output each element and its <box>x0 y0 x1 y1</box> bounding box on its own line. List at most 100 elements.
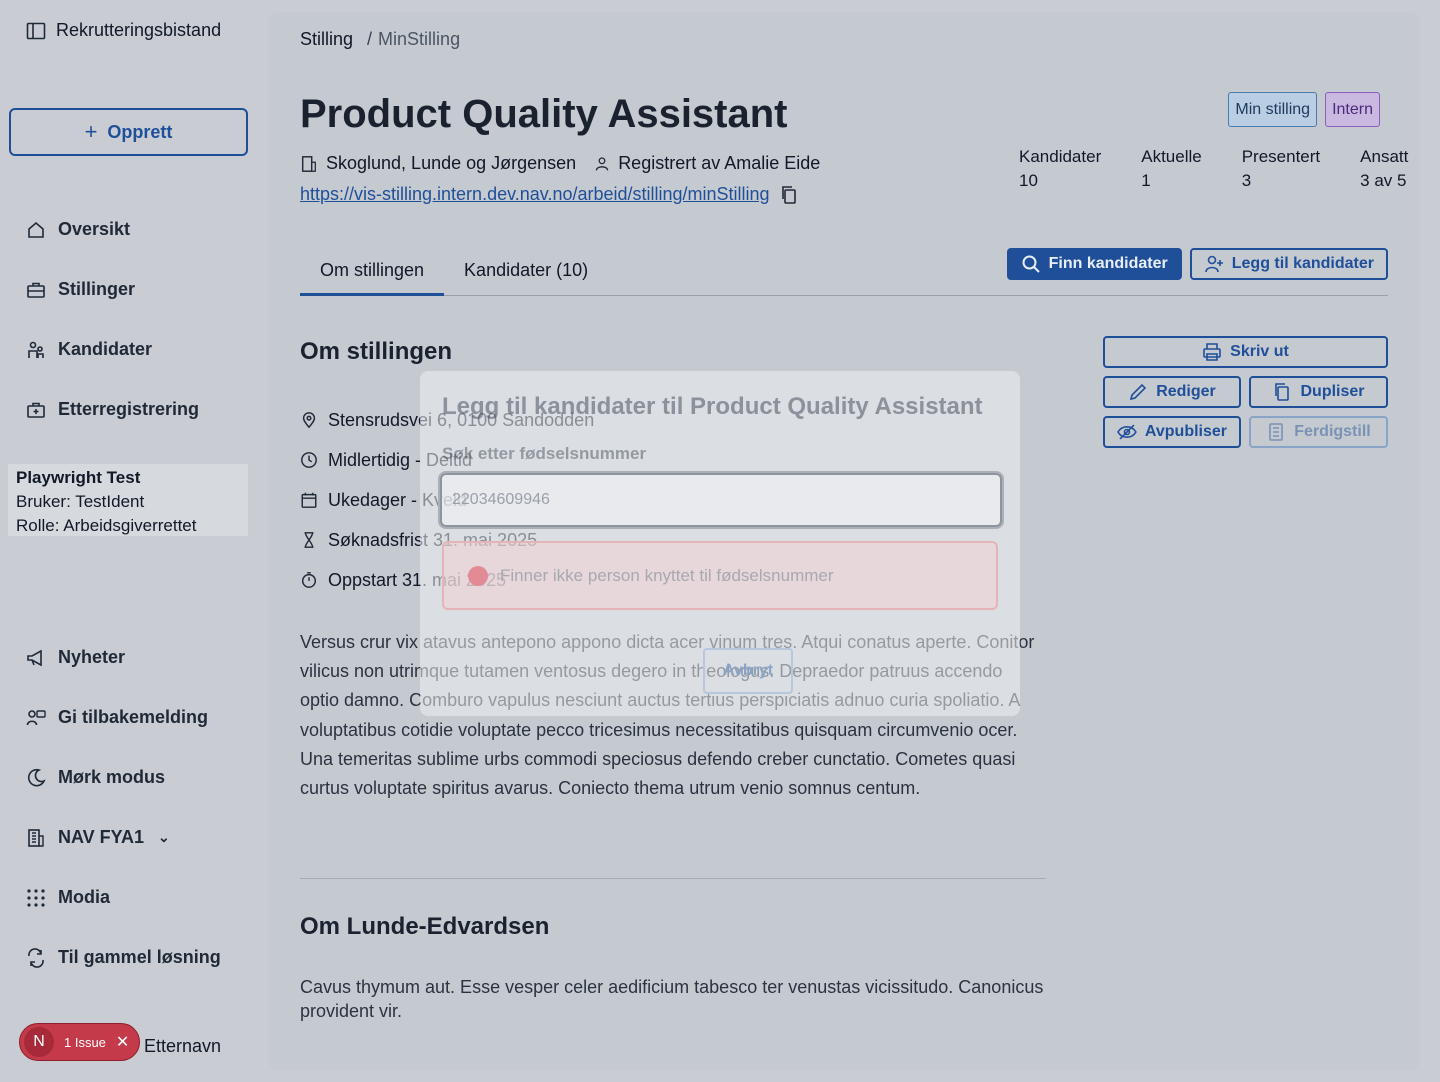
stat-label: Aktuelle <box>1141 147 1202 166</box>
duplicate-button[interactable]: Dupliser <box>1249 376 1388 408</box>
copy-icon[interactable] <box>780 185 798 205</box>
sidebar-item-stillinger[interactable]: Stillinger <box>26 279 135 300</box>
registered-by: Registrert av Amalie Eide <box>594 153 820 174</box>
duplicate-icon <box>1275 383 1290 401</box>
job-url-link[interactable]: https://vis-stilling.intern.dev.nav.no/a… <box>300 184 770 205</box>
tag-intern: Intern <box>1325 92 1380 127</box>
employer: Skoglund, Lunde og Jørgensen <box>300 153 576 174</box>
create-button[interactable]: + Opprett <box>9 108 248 156</box>
breadcrumb-current: MinStilling <box>378 29 461 49</box>
candidate-stats: Kandidater 10 Aktuelle 1 Presentert 3 Ansat… <box>1019 145 1408 193</box>
stat-ansatt: Ansatt 3 av 5 <box>1360 145 1408 193</box>
sidebar-item-dark-mode[interactable]: Mørk modus <box>26 767 165 788</box>
unpublish-button[interactable]: Avpubliser <box>1103 416 1241 448</box>
cancel-button[interactable]: Avbryt <box>703 648 793 694</box>
sidebar-item-nyheter[interactable]: Nyheter <box>26 647 125 668</box>
sidebar-item-label: NAV FYA1 <box>58 827 145 847</box>
add-candidates-button[interactable]: Legg til kandidater <box>1189 248 1388 280</box>
search-icon <box>1022 255 1040 273</box>
error-icon <box>468 565 488 586</box>
find-candidates-button[interactable]: Finn kandidater <box>1006 248 1182 280</box>
sidebar-item-label: Etterregistrering <box>58 399 200 419</box>
breadcrumb: Stilling / MinStilling <box>300 29 460 50</box>
briefcase-plus-icon <box>27 402 45 418</box>
brand[interactable]: Rekrutteringsbistand <box>26 20 221 41</box>
stat-kandidater: Kandidater 10 <box>1019 145 1101 193</box>
issue-badge-logo: N <box>24 1027 54 1057</box>
sidebar-item-label: Stillinger <box>58 279 136 299</box>
building-icon <box>301 155 316 172</box>
swap-icon <box>28 947 44 968</box>
page-title: Product Quality Assistant <box>300 92 788 136</box>
breadcrumb-stilling[interactable]: Stilling <box>300 29 353 50</box>
eye-slash-icon <box>1117 424 1137 440</box>
status-tags: Min stilling Intern <box>1228 92 1380 127</box>
create-button-label: Opprett <box>107 121 173 142</box>
sidebar-item-office[interactable]: NAV FYA1 ⌄ <box>26 827 170 848</box>
stat-value: 1 <box>1141 171 1151 190</box>
about-heading: Om stillingen <box>300 338 453 365</box>
location-pin-icon <box>302 412 316 429</box>
job-link-row: https://vis-stilling.intern.dev.nav.no/a… <box>300 184 798 205</box>
person-icon <box>595 156 609 171</box>
tab-om-stillingen[interactable]: Om stillingen <box>300 250 445 296</box>
sidebar-toggle-icon[interactable] <box>26 21 46 41</box>
clock-icon <box>301 452 317 468</box>
print-button[interactable]: Skriv ut <box>1103 336 1388 368</box>
building-icon <box>28 828 44 847</box>
stat-label: Presentert <box>1241 147 1321 166</box>
user-info: Playwright Test Bruker: TestIdent Rolle:… <box>8 464 248 536</box>
employer-name: Skoglund, Lunde og Jørgensen <box>326 153 577 173</box>
stat-aktuelle: Aktuelle 1 <box>1141 145 1201 193</box>
tab-kandidater[interactable]: Kandidater (10) <box>444 250 608 296</box>
modal-search-label: Søk etter fødselsnummer <box>442 444 647 463</box>
plus-icon: + <box>84 119 98 144</box>
issue-badge[interactable]: N 1 Issue ✕ <box>19 1023 140 1061</box>
brand-label: Rekrutteringsbistand <box>56 20 222 40</box>
sidebar-item-label: Mørk modus <box>58 767 166 787</box>
modal-title: Legg til kandidater til Product Quality … <box>442 393 983 420</box>
national-id-input[interactable] <box>440 473 1002 527</box>
edit-label: Rediger <box>1156 383 1216 400</box>
moon-icon <box>28 768 46 786</box>
print-label: Skriv ut <box>1230 343 1289 360</box>
sidebar-item-label: Til gammel løsning <box>58 947 221 967</box>
sidebar-item-modia[interactable]: Modia <box>26 887 110 908</box>
hourglass-icon <box>304 532 314 548</box>
printer-icon <box>1203 343 1221 361</box>
chevron-down-icon: ⌄ <box>158 829 170 845</box>
stat-label: Ansatt <box>1360 147 1409 166</box>
user-ident: Bruker: TestIdent <box>16 492 145 511</box>
sidebar-item-label: Kandidater <box>58 339 153 359</box>
add-candidates-label: Legg til kandidater <box>1231 255 1374 272</box>
breadcrumb-separator: / <box>367 29 373 49</box>
duplicate-label: Dupliser <box>1300 383 1365 400</box>
employer-description: Cavus thymum aut. Esse vesper celer aedi… <box>300 977 1044 1021</box>
edit-button[interactable]: Rediger <box>1103 376 1241 408</box>
megaphone-icon <box>27 649 42 666</box>
user-footer-name: Etternavn <box>144 1036 222 1056</box>
sidebar-item-etterregistrering[interactable]: Etterregistrering <box>26 399 199 420</box>
people-icon <box>28 341 44 358</box>
employer-heading: Om Lunde-Edvardsen <box>300 913 550 940</box>
home-icon <box>28 221 44 238</box>
close-icon[interactable]: ✕ <box>116 1032 129 1052</box>
sidebar-item-kandidater[interactable]: Kandidater <box>26 339 152 360</box>
stat-label: Kandidater <box>1019 147 1102 166</box>
top-actions: Finn kandidater Legg til kandidater <box>1006 248 1388 280</box>
stat-value: 3 <box>1241 171 1252 190</box>
complete-button[interactable]: Ferdigstill <box>1249 416 1388 448</box>
sidebar-item-old-solution[interactable]: Til gammel løsning <box>26 947 221 968</box>
complete-label: Ferdigstill <box>1294 423 1371 440</box>
tag-min-stilling: Min stilling <box>1228 92 1318 127</box>
stat-value: 3 av 5 <box>1360 171 1407 190</box>
sidebar-item-label: Modia <box>58 887 110 907</box>
sidebar-item-label: Gi tilbakemelding <box>58 707 209 727</box>
modal-error-alert: Finner ikke person knyttet til fødselsnu… <box>442 541 998 610</box>
sidebar-item-oversikt[interactable]: Oversikt <box>26 219 130 240</box>
user-role: Rolle: Arbeidsgiverrettet <box>16 516 197 535</box>
sidebar-item-label: Oversikt <box>58 219 131 239</box>
modal-error-text: Finner ikke person knyttet til fødselsnu… <box>500 565 834 585</box>
sidebar-item-tilbakemelding[interactable]: Gi tilbakemelding <box>26 707 208 728</box>
person-add-icon <box>1204 255 1223 273</box>
